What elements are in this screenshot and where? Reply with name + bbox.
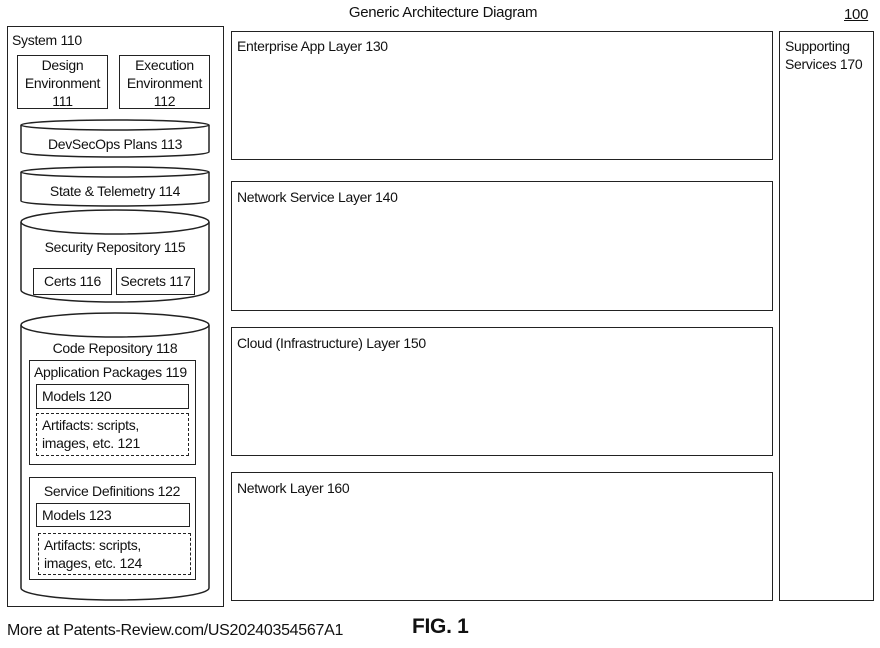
artifacts-124-box: Artifacts: scripts, images, etc. 124 — [38, 533, 191, 575]
models-120-label: Models 120 — [42, 388, 112, 404]
models-120-box: Models 120 — [36, 384, 189, 409]
footer-source-link[interactable]: More at Patents-Review.com/US20240354567… — [7, 622, 343, 640]
network-layer: Network Layer 160 — [231, 472, 773, 601]
network-service-layer-label: Network Service Layer 140 — [237, 189, 398, 205]
exec-env-line1: Execution — [135, 57, 194, 73]
enterprise-app-layer-label: Enterprise App Layer 130 — [237, 38, 388, 54]
network-layer-label: Network Layer 160 — [237, 480, 350, 496]
exec-env-line3: 112 — [153, 93, 176, 109]
models-123-label: Models 123 — [42, 507, 112, 523]
certs-label: Certs 116 — [44, 273, 101, 289]
exec-env-line2: Environment — [126, 75, 203, 91]
certs-box: Certs 116 — [33, 268, 112, 295]
cloud-infrastructure-layer: Cloud (Infrastructure) Layer 150 — [231, 327, 773, 456]
service-definitions-label: Service Definitions 122 — [43, 483, 181, 499]
diagram-title: Generic Architecture Diagram — [348, 4, 538, 21]
supporting-services-line1: Supporting — [785, 38, 850, 54]
artifacts-121-line1: Artifacts: scripts, — [42, 417, 139, 433]
execution-environment-box: Execution Environment 112 — [119, 55, 210, 109]
devsecops-plans-label: DevSecOps Plans 113 — [47, 136, 183, 152]
artifacts-121-line2: images, etc. 121 — [42, 435, 140, 451]
security-repository-label: Security Repository 115 — [44, 239, 186, 255]
code-repository-label: Code Repository 118 — [52, 340, 178, 356]
secrets-label: Secrets 117 — [120, 273, 191, 289]
design-env-line3: 111 — [52, 93, 73, 109]
state-telemetry-label: State & Telemetry 114 — [49, 183, 181, 199]
design-env-line2: Environment — [24, 75, 101, 91]
artifacts-124-line2: images, etc. 124 — [44, 555, 142, 571]
figure-caption: FIG. 1 — [412, 615, 469, 638]
secrets-box: Secrets 117 — [116, 268, 195, 295]
network-service-layer: Network Service Layer 140 — [231, 181, 773, 311]
artifacts-121-box: Artifacts: scripts, images, etc. 121 — [36, 413, 189, 456]
enterprise-app-layer: Enterprise App Layer 130 — [231, 31, 773, 160]
cloud-infrastructure-layer-label: Cloud (Infrastructure) Layer 150 — [237, 335, 426, 351]
figure-reference-number: 100 — [844, 6, 869, 23]
design-env-line1: Design — [41, 57, 84, 73]
application-packages-label: Application Packages 119 — [34, 364, 187, 380]
artifacts-124-line1: Artifacts: scripts, — [44, 537, 141, 553]
supporting-services-box: Supporting Services 170 — [779, 31, 874, 601]
models-123-box: Models 123 — [36, 503, 190, 527]
design-environment-box: Design Environment 111 — [17, 55, 108, 109]
supporting-services-line2: Services 170 — [785, 56, 863, 72]
system-label: System 110 — [12, 32, 82, 48]
